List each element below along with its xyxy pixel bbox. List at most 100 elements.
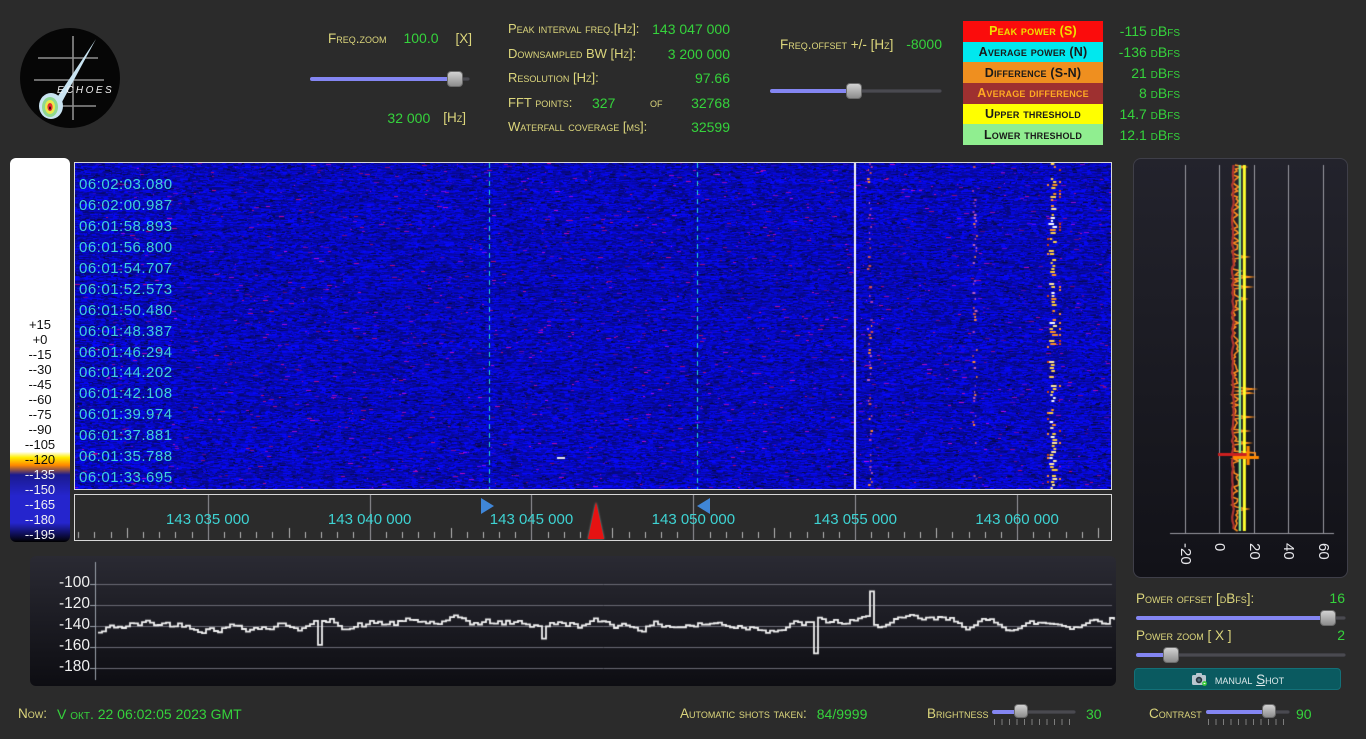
stat-value: 32599 — [691, 119, 730, 135]
average-difference-value: 8 dBfs — [1104, 83, 1180, 104]
brightness-slider-handle[interactable] — [1014, 704, 1028, 718]
power-offset-value: 16 — [1329, 590, 1345, 606]
waterfall-display[interactable]: 06:02:03.08006:02:00.98706:01:58.89306:0… — [74, 162, 1112, 490]
colorscale-label: --30 — [10, 363, 70, 377]
contrast-slider[interactable] — [1206, 704, 1290, 718]
colorscale-label: --105 — [10, 438, 70, 452]
frequency-tick-label: 143 055 000 — [790, 511, 920, 528]
stat-waterfall-coverage: Waterfall coverage [ms]: 32599 — [508, 119, 730, 144]
power-profile-graph: -200204060 — [1133, 158, 1348, 578]
echoes-main-window: ECHOES Freq.zoom 100.0 [X] 32 000 [Hz] P… — [0, 0, 1366, 739]
waterfall-timestamp: 06:01:42.108 — [79, 385, 173, 406]
difference-button[interactable]: Difference (S-N) — [963, 62, 1103, 83]
frequency-tick-label: 143 040 000 — [305, 511, 435, 528]
freq-offset-value: -8000 — [906, 36, 942, 52]
waterfall-timestamp: 06:01:35.788 — [79, 448, 173, 469]
legend-buttons: Peak power (S) Average power (N) Differe… — [963, 21, 1103, 145]
freq-zoom-slider-handle[interactable] — [447, 71, 463, 87]
waterfall-timestamp: 06:02:00.987 — [79, 197, 173, 218]
frequency-tick-label: 143 060 000 — [952, 511, 1082, 528]
lower-threshold-button[interactable]: Lower threshold — [963, 124, 1103, 145]
stat-peak-interval-freq: Peak interval freq.[Hz]: 143 047 000 — [508, 21, 730, 46]
camera-icon — [1191, 672, 1208, 686]
peak-frequency-marker — [588, 502, 604, 539]
freq-zoom-unit: [X] — [455, 31, 472, 46]
power-axis-label: -20 — [1177, 543, 1194, 565]
now-row: Now: V окт. 22 06:02:05 2023 GMT — [18, 706, 242, 722]
manual-shot-label: manual Shot — [1215, 672, 1284, 687]
legend-values: -115 dBfs -136 dBfs 21 dBfs 8 dBfs 14.7 … — [1104, 21, 1180, 145]
waterfall-timestamp: 06:01:48.387 — [79, 323, 173, 344]
spectrum-graph: -100-120-140-160-180 — [30, 556, 1116, 686]
brightness-label: Brightness — [927, 706, 989, 721]
interval-start-marker[interactable] — [481, 498, 494, 514]
stat-label: FFT points: — [508, 95, 572, 110]
power-zoom-row: Power zoom [ X ] 2 — [1136, 627, 1345, 643]
difference-value: 21 dBfs — [1104, 62, 1180, 83]
upper-threshold-button[interactable]: Upper threshold — [963, 104, 1103, 125]
power-offset-slider-handle[interactable] — [1320, 610, 1336, 626]
waterfall-timestamp: 06:01:50.480 — [79, 302, 173, 323]
waterfall-timestamp: 06:02:03.080 — [79, 176, 173, 197]
shots-taken-value: 84/9999 — [817, 706, 868, 722]
shots-row: Automatic shots taken: 84/9999 — [680, 706, 867, 722]
dbfs-colorscale: +15+0--15--30--45--60--75--90--105--120-… — [10, 158, 70, 542]
freq-zoom-label: Freq.zoom — [328, 31, 387, 46]
power-axis-label: 0 — [1211, 543, 1228, 551]
stat-value: 3 200 000 — [668, 46, 730, 62]
colorscale-label: --180 — [10, 513, 70, 527]
power-axis-label: 40 — [1280, 543, 1297, 560]
contrast-value: 90 — [1296, 706, 1312, 722]
colorscale-label: --165 — [10, 498, 70, 512]
freq-offset-label: Freq.offset +/- [Hz] — [780, 37, 893, 52]
shots-taken-label: Automatic shots taken: — [680, 706, 807, 722]
brightness-slider[interactable] — [992, 704, 1076, 718]
average-difference-button[interactable]: Average difference — [963, 83, 1103, 104]
manual-shot-button[interactable]: manual Shot — [1134, 668, 1341, 690]
now-label: Now: — [18, 706, 47, 722]
waterfall-timestamp: 06:01:37.881 — [79, 427, 173, 448]
stat-label: Resolution [Hz]: — [508, 70, 599, 85]
waterfall-timestamp: 06:01:33.695 — [79, 469, 173, 490]
freq-zoom-slider[interactable] — [310, 71, 470, 87]
colorscale-label: --195 — [10, 528, 70, 542]
colorscale-label: --90 — [10, 423, 70, 437]
freq-zoom-value: 100.0 — [403, 30, 438, 46]
power-zoom-value: 2 — [1337, 627, 1345, 643]
stat-label: Waterfall coverage [ms]: — [508, 119, 647, 134]
freq-zoom-row: Freq.zoom 100.0 [X] — [328, 30, 472, 46]
stat-label: Peak interval freq.[Hz]: — [508, 21, 639, 36]
stat-value: 143 047 000 — [652, 21, 730, 37]
lower-threshold-value: 12.1 dBfs — [1104, 124, 1180, 145]
average-power-value: -136 dBfs — [1104, 42, 1180, 63]
waterfall-timestamp: 06:01:46.294 — [79, 344, 173, 365]
waterfall-timestamp: 06:01:54.707 — [79, 260, 173, 281]
waterfall-canvas[interactable] — [75, 163, 1111, 489]
frequency-ruler[interactable]: 143 035 000143 040 000143 045 000143 050… — [74, 494, 1112, 541]
stat-fft-points: FFT points: 327 of 32768 — [508, 95, 730, 120]
power-zoom-label: Power zoom [ X ] — [1136, 628, 1232, 643]
power-zoom-slider-handle[interactable] — [1163, 647, 1179, 663]
spectrum-canvas — [30, 556, 1116, 686]
stat-resolution: Resolution [Hz]: 97.66 — [508, 70, 730, 95]
colorscale-label: --135 — [10, 468, 70, 482]
colorscale-label: --60 — [10, 393, 70, 407]
freq-zoom-bw-row: 32 000 [Hz] — [310, 110, 466, 126]
spectrum-axis-label: -140 — [44, 616, 90, 634]
freq-offset-slider-handle[interactable] — [846, 83, 862, 99]
power-zoom-slider[interactable] — [1136, 647, 1346, 663]
interval-end-marker[interactable] — [697, 498, 710, 514]
contrast-label: Contrast — [1149, 706, 1202, 721]
waterfall-timestamp: 06:01:39.974 — [79, 406, 173, 427]
spectrum-axis-label: -180 — [44, 658, 90, 676]
power-offset-label: Power offset [dBfs]: — [1136, 591, 1254, 606]
stat-of: of — [650, 95, 663, 110]
power-offset-slider[interactable] — [1136, 610, 1346, 626]
average-power-button[interactable]: Average power (N) — [963, 42, 1103, 63]
peak-power-button[interactable]: Peak power (S) — [963, 21, 1103, 42]
waterfall-timestamp: 06:01:44.202 — [79, 364, 173, 385]
spectrum-axis-label: -160 — [44, 637, 90, 655]
freq-offset-slider[interactable] — [770, 83, 942, 99]
peak-power-value: -115 dBfs — [1104, 21, 1180, 42]
contrast-slider-handle[interactable] — [1262, 704, 1276, 718]
